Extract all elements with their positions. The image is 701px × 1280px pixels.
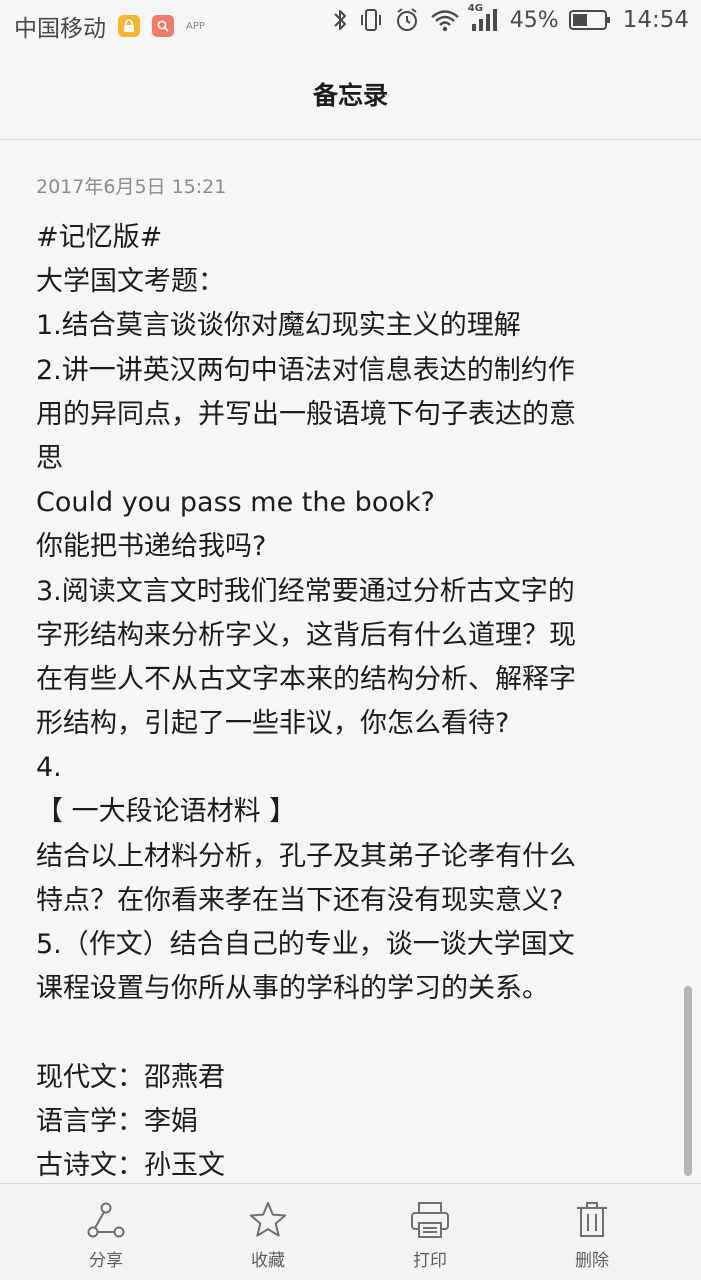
- delete-button[interactable]: 删除: [532, 1184, 652, 1280]
- page-title: 备忘录: [312, 80, 388, 110]
- memo-screen: 中国移动 APP 4G 45% 14:54 备忘录 2017年6月5日 15:2…: [0, 0, 701, 1280]
- wifi-icon: [430, 7, 460, 33]
- note-line: 思: [36, 442, 63, 474]
- share-icon: [87, 1202, 125, 1238]
- bluetooth-icon: [332, 7, 348, 33]
- alarm-icon: [394, 7, 420, 33]
- note-line: 课程设置与你所从事的学科的学习的关系。: [36, 973, 549, 1005]
- note-line: 大学国文考题：: [36, 266, 225, 298]
- note-date: 2017年6月5日 15:21: [36, 176, 227, 198]
- note-content[interactable]: 2017年6月5日 15:21 #记忆版# 大学国文考题： 1.结合莫言谈谈你对魔幻…: [0, 140, 701, 1183]
- note-line: 你能把书递给我吗?: [36, 531, 267, 563]
- scrollbar[interactable]: [684, 986, 692, 1176]
- note-line: 古诗文：孙玉文: [36, 1149, 225, 1181]
- note-line: 形结构，引起了一些非议，你怎么看待?: [36, 708, 510, 740]
- note-body[interactable]: #记忆版# 大学国文考题： 1.结合莫言谈谈你对魔幻现实主义的理解 2.讲一讲英汉两句…: [36, 216, 666, 1183]
- printer-icon: [411, 1202, 449, 1238]
- battery-percent: 45%: [509, 7, 559, 33]
- note-line: 5.（作文）结合自己的专业，谈一谈大学国文: [36, 929, 575, 960]
- vibrate-icon: [358, 7, 384, 33]
- red-app-icon: [152, 15, 174, 37]
- status-right: 4G 45% 14:54: [332, 3, 689, 33]
- lock-app-icon: [118, 15, 140, 37]
- note-line: 【 一大段论语材料 】: [36, 796, 297, 828]
- note-line: 现代文：邵燕君: [36, 1061, 225, 1093]
- favorite-label: 收藏: [251, 1251, 285, 1271]
- app-badge-text: APP: [186, 20, 205, 32]
- trash-icon: [577, 1202, 607, 1237]
- note-line: 语言学：李娟: [36, 1105, 198, 1137]
- clock: 14:54: [622, 7, 689, 33]
- delete-label: 删除: [575, 1251, 609, 1271]
- status-bar: 中国移动 APP 4G 45% 14:54: [0, 0, 701, 48]
- share-button[interactable]: 分享: [46, 1184, 166, 1280]
- note-line: 2.讲一讲英汉两句中语法对信息表达的制约作: [36, 354, 575, 386]
- title-bar: 备忘录: [0, 48, 701, 140]
- status-left: 中国移动 APP: [14, 9, 205, 43]
- bottom-toolbar: 分享 收藏 打印 删除: [0, 1183, 701, 1280]
- battery-icon: [568, 8, 611, 32]
- note-line: 在有些人不从古文字本来的结构分析、解释字: [36, 663, 576, 695]
- note-line: #记忆版#: [36, 222, 163, 253]
- note-line: 3.阅读文言文时我们经常要通过分析古文字的: [36, 575, 575, 607]
- note-line: Could you pass me the book?: [36, 487, 435, 519]
- star-icon: [249, 1202, 287, 1237]
- note-line: 结合以上材料分析，孔子及其弟子论孝有什么: [36, 840, 576, 872]
- signal-icon: 4G: [468, 3, 498, 33]
- share-label: 分享: [89, 1251, 123, 1271]
- note-line: 特点？在你看来孝在当下还有没有现实意义?: [36, 884, 564, 916]
- note-line: 4.: [36, 752, 62, 784]
- print-button[interactable]: 打印: [370, 1184, 490, 1280]
- print-label: 打印: [413, 1251, 447, 1271]
- note-line: 1.结合莫言谈谈你对魔幻现实主义的理解: [36, 310, 521, 342]
- note-line: 字形结构来分析字义，这背后有什么道理？现: [36, 619, 576, 651]
- note-line: [36, 1011, 666, 1055]
- carrier-name: 中国移动: [14, 16, 106, 42]
- favorite-button[interactable]: 收藏: [208, 1184, 328, 1280]
- note-line: 用的异同点，并写出一般语境下句子表达的意: [36, 398, 576, 430]
- network-type: 4G: [467, 3, 483, 14]
